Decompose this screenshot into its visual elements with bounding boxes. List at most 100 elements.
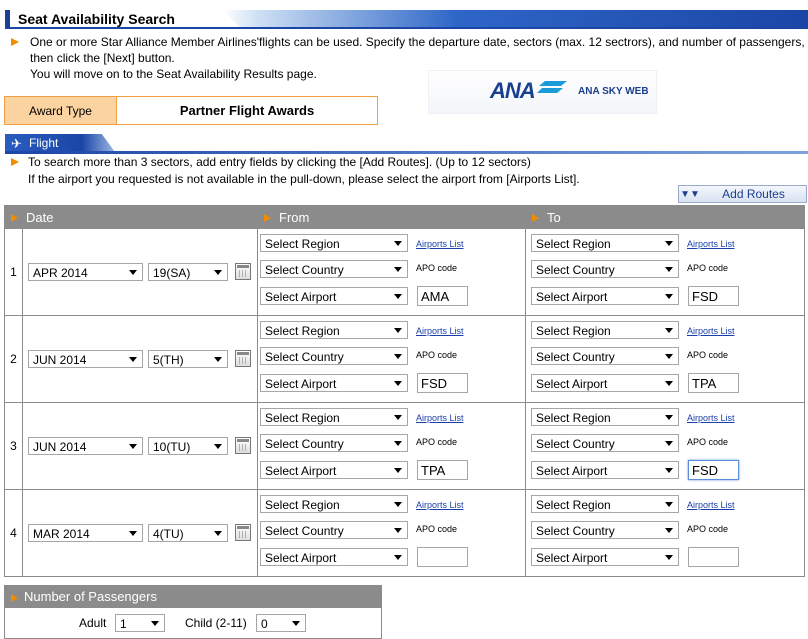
from-airport-select[interactable]: Select Airport — [260, 287, 408, 305]
from-airport-select-value: Select Airport — [265, 551, 337, 565]
month-select[interactable]: APR 2014 — [28, 263, 143, 281]
to-region-select[interactable]: Select Region — [531, 234, 679, 252]
day-select[interactable]: 5(TH) — [148, 350, 228, 368]
to-airports-list-link[interactable]: Airports List — [687, 413, 735, 423]
from-apo-code-label: APO code — [416, 437, 458, 447]
from-cell: Select Region Airports List Select Country… — [257, 315, 526, 403]
to-airport-select[interactable]: Select Airport — [531, 287, 679, 305]
from-country-select-value: Select Country — [265, 263, 344, 277]
to-cell: Select Region Airports List Select Country… — [525, 489, 805, 577]
to-apo-code-input[interactable]: FSD — [688, 460, 739, 480]
header-stripe — [222, 10, 808, 27]
calendar-icon[interactable] — [235, 350, 251, 367]
from-region-select[interactable]: Select Region — [260, 321, 408, 339]
from-apo-code-input[interactable]: FSD — [417, 373, 468, 393]
calendar-icon[interactable] — [235, 437, 251, 454]
from-airport-select-value: Select Airport — [265, 290, 337, 304]
month-select[interactable]: MAR 2014 — [28, 524, 143, 542]
from-airport-select[interactable]: Select Airport — [260, 461, 408, 479]
from-region-select-value: Select Region — [265, 498, 340, 512]
chevron-down-icon — [214, 270, 222, 275]
to-apo-code-input[interactable] — [688, 547, 739, 567]
to-apo-code-input[interactable]: FSD — [688, 286, 739, 306]
to-apo-code-input[interactable]: TPA — [688, 373, 739, 393]
to-airports-list-link[interactable]: Airports List — [687, 239, 735, 249]
chevron-down-icon — [665, 555, 673, 560]
date-cell: APR 2014 19(SA) — [22, 228, 258, 316]
month-select[interactable]: JUN 2014 — [28, 437, 143, 455]
from-airport-select[interactable]: Select Airport — [260, 374, 408, 392]
chevron-down-icon — [665, 468, 673, 473]
from-airports-list-link[interactable]: Airports List — [416, 413, 464, 423]
to-airports-list-link[interactable]: Airports List — [687, 500, 735, 510]
child-count-select[interactable]: 0 — [256, 614, 306, 632]
flight-note: To search more than 3 sectors, add entry… — [28, 154, 598, 188]
chevron-down-icon — [394, 241, 402, 246]
from-apo-code-label: APO code — [416, 263, 458, 273]
to-apo-code-label: APO code — [687, 524, 729, 534]
from-airports-list-link[interactable]: Airports List — [416, 239, 464, 249]
to-country-select[interactable]: Select Country — [531, 260, 679, 278]
chevron-down-icon — [394, 415, 402, 420]
to-country-select-value: Select Country — [536, 524, 615, 538]
from-airport-select[interactable]: Select Airport — [260, 548, 408, 566]
header-arrow-icon — [11, 214, 18, 223]
from-country-select[interactable]: Select Country — [260, 347, 408, 365]
from-region-select[interactable]: Select Region — [260, 408, 408, 426]
chevron-down-icon — [394, 502, 402, 507]
ana-sky-web-label: ANA SKY WEB — [578, 86, 649, 97]
to-airports-list-link[interactable]: Airports List — [687, 326, 735, 336]
from-apo-code-input[interactable]: AMA — [417, 286, 468, 306]
to-column-label: To — [547, 209, 561, 225]
to-apo-code-label: APO code — [687, 350, 729, 360]
from-country-select-value: Select Country — [265, 437, 344, 451]
to-region-select-value: Select Region — [536, 498, 611, 512]
from-column-header: From — [257, 205, 526, 229]
from-cell: Select Region Airports List Select Country… — [257, 489, 526, 577]
from-apo-code-input[interactable] — [417, 547, 468, 567]
date-column-label: Date — [26, 209, 54, 225]
from-country-select[interactable]: Select Country — [260, 260, 408, 278]
month-select-value: JUN 2014 — [33, 440, 87, 454]
day-select[interactable]: 4(TU) — [148, 524, 228, 542]
day-select[interactable]: 19(SA) — [148, 263, 228, 281]
to-column-header: To — [525, 205, 805, 229]
child-label: Child (2-11) — [185, 616, 247, 630]
to-region-select[interactable]: Select Region — [531, 321, 679, 339]
to-region-select[interactable]: Select Region — [531, 495, 679, 513]
from-region-select[interactable]: Select Region — [260, 234, 408, 252]
from-airport-select-value: Select Airport — [265, 464, 337, 478]
adult-count-select[interactable]: 1 — [115, 614, 165, 632]
adult-label: Adult — [79, 616, 107, 630]
route-number: 3 — [4, 402, 23, 490]
from-apo-code-input[interactable]: TPA — [417, 460, 468, 480]
to-airport-select[interactable]: Select Airport — [531, 548, 679, 566]
add-routes-button[interactable]: ▼▼ Add Routes — [678, 185, 807, 203]
from-region-select[interactable]: Select Region — [260, 495, 408, 513]
to-country-select[interactable]: Select Country — [531, 347, 679, 365]
to-country-select[interactable]: Select Country — [531, 434, 679, 452]
intro-line-2: You will move on to the Seat Availabilit… — [30, 67, 317, 81]
from-airports-list-link[interactable]: Airports List — [416, 500, 464, 510]
calendar-icon[interactable] — [235, 263, 251, 280]
chevron-down-icon — [394, 328, 402, 333]
day-select[interactable]: 10(TU) — [148, 437, 228, 455]
to-airport-select[interactable]: Select Airport — [531, 374, 679, 392]
chevron-down-icon — [129, 531, 137, 536]
to-airport-select[interactable]: Select Airport — [531, 461, 679, 479]
to-region-select[interactable]: Select Region — [531, 408, 679, 426]
day-select-value: 10(TU) — [153, 440, 191, 454]
month-select[interactable]: JUN 2014 — [28, 350, 143, 368]
intro-text: One or more Star Alliance Member Airline… — [30, 34, 805, 82]
chevron-down-icon — [129, 357, 137, 362]
chevron-down-icon — [665, 415, 673, 420]
header-underline — [5, 27, 808, 29]
from-airports-list-link[interactable]: Airports List — [416, 326, 464, 336]
chevron-down-icon — [214, 531, 222, 536]
calendar-icon[interactable] — [235, 524, 251, 541]
from-country-select[interactable]: Select Country — [260, 434, 408, 452]
header-arrow-icon — [11, 593, 18, 602]
chevron-down-icon — [394, 267, 402, 272]
from-country-select[interactable]: Select Country — [260, 521, 408, 539]
to-country-select[interactable]: Select Country — [531, 521, 679, 539]
